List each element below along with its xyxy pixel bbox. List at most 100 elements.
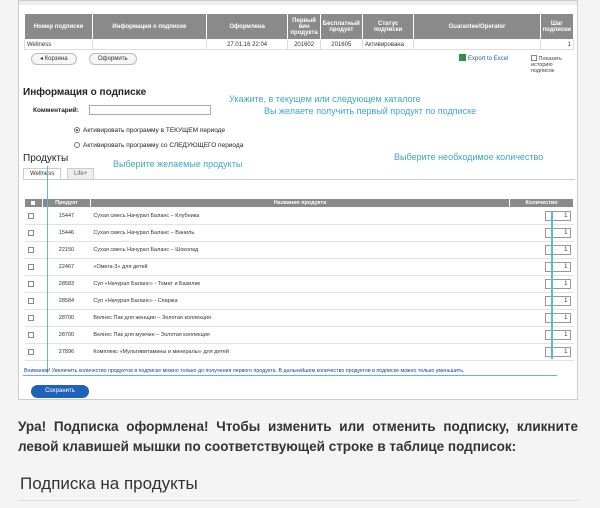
- row-checkbox[interactable]: [27, 246, 34, 253]
- cell: 27.01.16 22:04: [205, 39, 289, 50]
- product-id: 22467: [42, 258, 91, 276]
- tab-life-plus[interactable]: Life+: [67, 168, 95, 179]
- product-id: 28700: [42, 326, 91, 344]
- product-name: Комплекс «Мультивитамины и минералы» для…: [90, 343, 510, 361]
- cell: 201605: [319, 39, 363, 50]
- annotation-underline: [23, 375, 557, 376]
- quantity-input[interactable]: 1: [544, 245, 571, 255]
- row-select: [24, 309, 43, 327]
- col-guarantee: Guarantee/Operator: [413, 13, 541, 40]
- radio-current-period[interactable]: Активировать программу в ТЕКУЩЕМ периоде: [74, 127, 225, 134]
- product-id: 28700: [42, 309, 91, 327]
- radio-next-period[interactable]: Активировать программу со СЛЕДУЮЩЕГО пер…: [74, 142, 243, 149]
- quantity-cell: 1: [509, 241, 574, 259]
- cart-button[interactable]: ◂ Корзина: [31, 53, 77, 65]
- annotation-choose-products: Выберите желаемые продукты: [113, 159, 243, 169]
- product-name: Велнес Пак для мужчин – Золотая коллекци…: [90, 326, 510, 344]
- cell: 1: [539, 39, 575, 50]
- row-checkbox[interactable]: [27, 263, 34, 270]
- checkout-button[interactable]: Оформить: [89, 53, 137, 65]
- products-table: Продукт Название продукта Количество 154…: [24, 198, 574, 361]
- product-id: 22150: [42, 241, 91, 259]
- quantity-cell: 1: [509, 207, 574, 225]
- history-checkbox[interactable]: [531, 55, 537, 61]
- col-first-product: Первый вин продукта: [287, 13, 321, 40]
- table-row[interactable]: 15447 Сухая смесь Начурал Баланс – Клубни…: [24, 207, 574, 225]
- quantity-input[interactable]: 1: [544, 228, 571, 238]
- row-select: [24, 241, 43, 259]
- cell: 201602: [287, 39, 321, 50]
- product-name: Суп «Начурал Баланс» - Спаржа: [90, 292, 510, 310]
- export-label: Export to Excel: [468, 56, 509, 62]
- quantity-input[interactable]: 1: [544, 313, 571, 323]
- screenshot-frame: Номер подписки Информация о подписке Офо…: [18, 0, 578, 400]
- instruction-paragraph: Ура! Подписка оформлена! Чтобы изменить …: [18, 419, 578, 454]
- table-row[interactable]: 28700 Велнес Пак для женщин – Золотая кол…: [24, 309, 574, 327]
- excel-icon: [459, 54, 466, 61]
- table-row[interactable]: 22150 Сухая смесь Начурал Баланс – Шокола…: [24, 241, 574, 259]
- row-select: [24, 258, 43, 276]
- product-name: Сухая смесь Начурал Баланс – Ваниль: [90, 224, 510, 242]
- product-name: «Омега-3» для детей: [90, 258, 510, 276]
- col-free-product: Бесплатный продукт: [319, 13, 363, 40]
- radio-current-button[interactable]: [74, 127, 80, 133]
- col-created: Оформлена: [205, 13, 289, 40]
- comment-input[interactable]: [89, 105, 211, 115]
- subscriptions-table: Номер подписки Информация о подписке Офо…: [24, 13, 575, 50]
- section-title: Подписка на продукты: [20, 474, 198, 493]
- quantity-cell: 1: [509, 275, 574, 293]
- select-all-checkbox[interactable]: [30, 199, 37, 206]
- quantity-cell: 1: [509, 224, 574, 242]
- quantity-input[interactable]: 1: [544, 330, 571, 340]
- export-excel-link[interactable]: Export to Excel: [459, 54, 508, 62]
- tab-wellness[interactable]: Wellness: [23, 168, 62, 179]
- row-checkbox[interactable]: [27, 348, 34, 355]
- comment-label: Комментарий:: [33, 107, 79, 114]
- product-id: 28584: [42, 292, 91, 310]
- col-subscription-info: Информация о подписке: [91, 13, 207, 40]
- table-row[interactable]: 22467 «Омега-3» для детей 1: [24, 258, 574, 276]
- product-id: 15447: [42, 207, 91, 225]
- annotation-catalog-line1: Укажите, в текущем или следующем каталог…: [229, 94, 421, 104]
- history-toggle[interactable]: Показать историю подписок: [531, 55, 576, 74]
- col-quantity: Количество: [509, 198, 574, 208]
- quantity-cell: 1: [509, 258, 574, 276]
- table-row[interactable]: 28700 Велнес Пак для мужчин – Золотая кол…: [24, 326, 574, 344]
- row-checkbox[interactable]: [27, 212, 34, 219]
- col-product-name: Название продукта: [89, 198, 511, 208]
- table-row[interactable]: 28584 Суп «Начурал Баланс» - Спаржа 1: [24, 292, 574, 310]
- row-checkbox[interactable]: [27, 280, 34, 287]
- save-button[interactable]: Сохранить: [31, 385, 89, 398]
- annotation-bracket-left: [47, 166, 48, 373]
- row-select: [24, 326, 43, 344]
- product-name: Велнес Пак для женщин – Золотая коллекци…: [90, 309, 510, 327]
- row-checkbox[interactable]: [27, 314, 34, 321]
- quantity-input[interactable]: 1: [544, 347, 571, 357]
- info-heading: Информация о подписке: [23, 87, 147, 98]
- col-product: Продукт: [41, 198, 91, 208]
- product-name: Сухая смесь Начурал Баланс – Клубника: [90, 207, 510, 225]
- quantity-input[interactable]: 1: [544, 211, 571, 221]
- quantity-input[interactable]: 1: [544, 296, 571, 306]
- table-row[interactable]: 27896 Комплекс «Мультивитамины и минералы…: [24, 343, 574, 361]
- cell: Wellness: [24, 39, 93, 50]
- row-select: [24, 207, 43, 225]
- product-id: 27896: [42, 343, 91, 361]
- tabs-divider: [23, 179, 575, 180]
- annotation-catalog-line2: Вы желаете получить первый продукт по по…: [264, 106, 477, 116]
- row-checkbox[interactable]: [27, 297, 34, 304]
- cart-label: Корзина: [44, 56, 68, 62]
- row-select: [24, 224, 43, 242]
- row-checkbox[interactable]: [27, 229, 34, 236]
- radio-next-button[interactable]: [74, 142, 80, 148]
- col-step: Шаг подписки: [539, 13, 575, 40]
- col-select: [24, 198, 43, 208]
- row-checkbox[interactable]: [27, 331, 34, 338]
- table-row[interactable]: 15446 Сухая смесь Начурал Баланс – Ваниль…: [24, 224, 574, 242]
- quantity-input[interactable]: 1: [544, 279, 571, 289]
- quantity-input[interactable]: 1: [544, 262, 571, 272]
- table-row[interactable]: Wellness 27.01.16 22:04 201602 201605 Ак…: [24, 39, 575, 50]
- product-name: Сухая смесь Начурал Баланс – Шоколад: [90, 241, 510, 259]
- warning-text: Внимание! Увеличить количество продуктов…: [24, 368, 465, 374]
- table-row[interactable]: 28583 Суп «Начурал Баланс» - Томат и Бази…: [24, 275, 574, 293]
